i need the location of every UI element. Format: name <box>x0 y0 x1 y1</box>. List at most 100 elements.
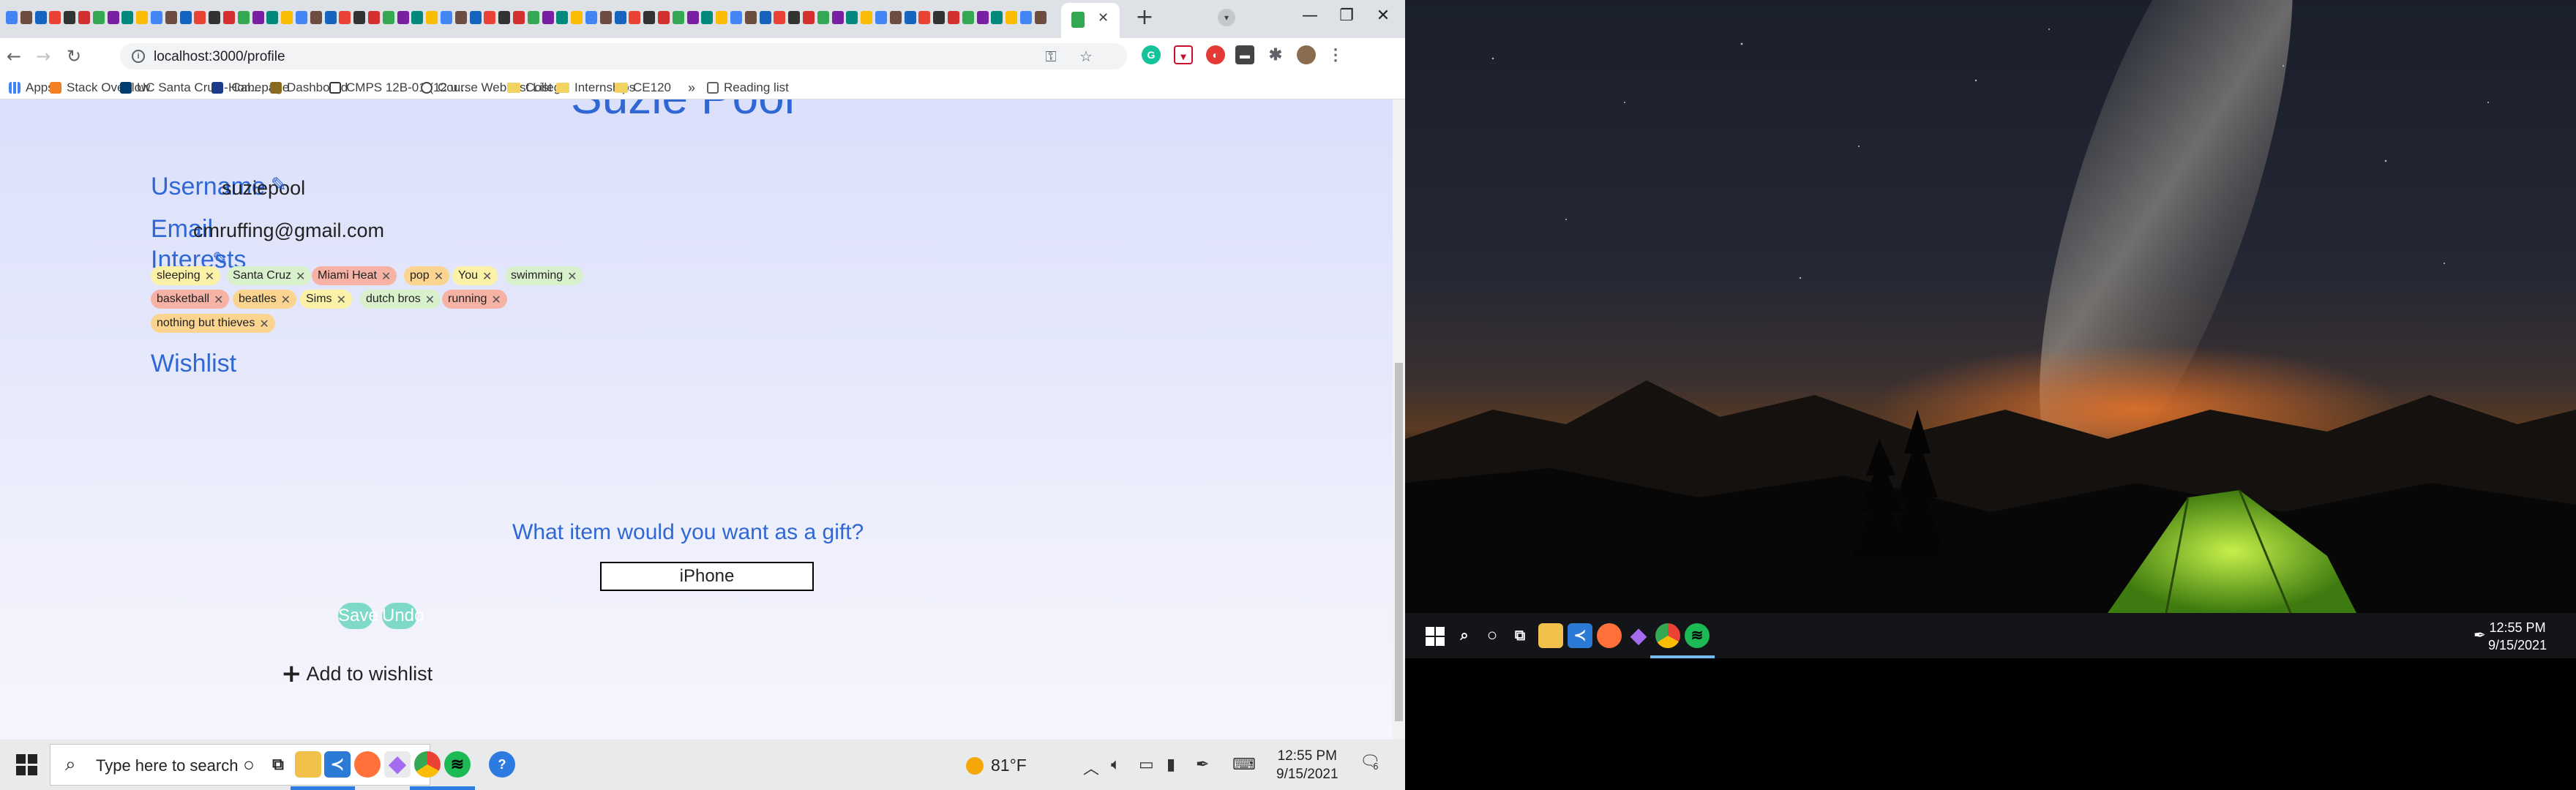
pinned-tab-favicon-icon[interactable] <box>875 11 887 24</box>
pinned-tab-favicon-icon[interactable] <box>817 11 829 24</box>
pinned-tab-favicon-icon[interactable] <box>976 11 989 24</box>
bookmarks-overflow-button[interactable]: » <box>688 80 695 96</box>
reading-list-button[interactable]: Reading list <box>707 80 789 96</box>
secondary-taskbar-clock[interactable]: 12:55 PM 9/15/2021 <box>2488 619 2547 654</box>
menu-kebab-icon[interactable]: ⋮ <box>1326 45 1345 64</box>
profile-avatar[interactable] <box>1297 45 1316 64</box>
pinned-tab-favicon-icon[interactable] <box>571 11 583 24</box>
pen-icon[interactable]: ✒ <box>2474 626 2486 644</box>
pinned-tab-favicon-icon[interactable] <box>179 11 192 24</box>
forward-arrow-icon[interactable]: → <box>32 45 54 67</box>
pinned-tab-favicon-icon[interactable] <box>658 11 670 24</box>
taskbar-clock[interactable]: 12:55 PM 9/15/2021 <box>1276 747 1338 783</box>
adblock-extension-icon[interactable]: ◐ <box>1206 45 1225 64</box>
pinned-tab-favicon-icon[interactable] <box>1034 11 1046 24</box>
pinned-tab-favicon-icon[interactable] <box>165 11 177 24</box>
undo-button[interactable]: Undo <box>382 603 424 629</box>
pinned-tab-favicon-icon[interactable] <box>324 11 337 24</box>
gitkraken-icon[interactable]: ◆ <box>384 751 411 778</box>
pinned-tab-favicon-icon[interactable] <box>368 11 380 24</box>
pinned-tab-favicon-icon[interactable] <box>585 11 597 24</box>
pinned-tab-favicon-icon[interactable] <box>513 11 525 24</box>
remove-interest-close-icon[interactable]: ✕ <box>491 293 501 306</box>
pinned-tab-favicon-icon[interactable] <box>861 11 873 24</box>
pinned-tab-favicon-icon[interactable] <box>426 11 438 24</box>
pinned-tab-favicon-icon[interactable] <box>223 11 235 24</box>
tab-search-button[interactable]: ▾ <box>1218 9 1235 26</box>
battery-icon[interactable]: ▮ <box>1167 756 1175 774</box>
pinned-tab-favicon-icon[interactable] <box>948 11 959 24</box>
edit-username-pencil-icon[interactable]: ✎ <box>271 174 287 196</box>
reload-icon[interactable]: ↻ <box>63 45 85 67</box>
pinned-tab-favicon-icon[interactable] <box>643 11 656 24</box>
tab-close-icon[interactable]: ✕ <box>1098 10 1109 26</box>
task-view-icon[interactable]: ⧉ <box>265 751 291 778</box>
remove-interest-close-icon[interactable]: ✕ <box>434 269 443 283</box>
bookmark-ce120-folder[interactable]: CE120 <box>615 80 671 96</box>
remove-interest-close-icon[interactable]: ✕ <box>205 269 214 283</box>
pinned-tab-favicon-icon[interactable] <box>1006 11 1018 24</box>
firefox-icon[interactable] <box>354 751 381 778</box>
pinned-tab-favicon-icon[interactable] <box>237 11 250 24</box>
chrome-icon[interactable] <box>1655 623 1680 648</box>
cortana-icon[interactable]: ○ <box>236 751 262 778</box>
pinned-tab-favicon-icon[interactable] <box>831 11 844 24</box>
pinned-tab-favicon-icon[interactable] <box>846 11 858 24</box>
pen-icon[interactable]: ✒ <box>1196 756 1209 774</box>
gift-item-input[interactable] <box>600 562 814 591</box>
bookmark-star-icon[interactable]: ☆ <box>1077 48 1095 65</box>
pinned-tab-favicon-icon[interactable] <box>49 11 61 24</box>
pinned-tab-favicon-icon[interactable] <box>121 11 134 24</box>
pinned-tab-favicon-icon[interactable] <box>672 11 684 24</box>
restore-button[interactable]: ❐ <box>1332 4 1361 28</box>
file-explorer-icon[interactable] <box>295 751 321 778</box>
pinned-tab-favicon-icon[interactable] <box>136 11 149 24</box>
pinned-tab-favicon-icon[interactable] <box>339 11 351 24</box>
pinned-tab-favicon-icon[interactable] <box>296 11 307 24</box>
pinned-tab-favicon-icon[interactable] <box>962 11 974 24</box>
pinned-tab-favicon-icon[interactable] <box>252 11 264 24</box>
pinned-tab-favicon-icon[interactable] <box>991 11 1003 24</box>
puzzle-extensions-icon[interactable]: ✱ <box>1266 45 1285 64</box>
remove-interest-close-icon[interactable]: ✕ <box>259 317 269 331</box>
notification-center-icon[interactable]: 🗨︎ 6 <box>1360 753 1380 772</box>
pinned-tab-favicon-icon[interactable] <box>78 11 90 24</box>
url-text[interactable]: localhost:3000/profile <box>154 49 285 65</box>
save-button[interactable]: Save <box>338 603 378 629</box>
pinned-tab-favicon-icon[interactable] <box>629 11 641 24</box>
chrome-icon[interactable] <box>414 751 441 778</box>
remove-interest-close-icon[interactable]: ✕ <box>337 293 346 306</box>
windows-start-icon[interactable] <box>1426 627 1445 646</box>
pinned-tab-favicon-icon[interactable] <box>542 11 554 24</box>
file-explorer-icon[interactable] <box>1538 623 1563 648</box>
pinned-tab-favicon-icon[interactable] <box>774 11 786 24</box>
pinned-tab-favicon-icon[interactable] <box>310 11 322 24</box>
pinned-tab-favicon-icon[interactable] <box>599 11 612 24</box>
pinned-tab-favicon-icon[interactable] <box>107 11 119 24</box>
task-view-icon[interactable]: ⧉ <box>1508 623 1532 648</box>
pinned-tab-favicon-icon[interactable] <box>281 11 293 24</box>
pinned-tab-favicon-icon[interactable] <box>411 11 424 24</box>
pinned-tab-favicon-icon[interactable] <box>918 11 931 24</box>
pocket-extension-icon[interactable]: ▾ <box>1174 45 1193 64</box>
pinned-tab-favicon-icon[interactable] <box>194 11 206 24</box>
pinned-tab-favicon-icon[interactable] <box>484 11 496 24</box>
pinned-tab-favicon-icon[interactable] <box>209 11 221 24</box>
close-window-button[interactable]: ✕ <box>1368 4 1398 28</box>
pinned-tab-favicon-icon[interactable] <box>20 11 32 24</box>
gitkraken-icon[interactable]: ◆ <box>1626 623 1651 648</box>
pinned-tab-favicon-icon[interactable] <box>744 11 757 24</box>
spotify-icon[interactable]: ≋ <box>1685 623 1710 648</box>
pinned-tab-favicon-icon[interactable] <box>6 11 18 24</box>
grammarly-extension-icon[interactable]: G <box>1142 45 1161 64</box>
pinned-tab-favicon-icon[interactable] <box>716 11 728 24</box>
add-to-wishlist-button[interactable]: + Add to wishlist <box>281 659 433 688</box>
active-tab[interactable]: ✕ <box>1061 3 1120 38</box>
pinned-tab-favicon-icon[interactable] <box>730 11 742 24</box>
vscode-icon[interactable]: ≺ <box>1568 623 1592 648</box>
scrollbar-thumb[interactable] <box>1395 363 1403 721</box>
pinned-tab-favicon-icon[interactable] <box>527 11 539 24</box>
pinned-tab-favicon-icon[interactable] <box>498 11 511 24</box>
pinned-tab-favicon-icon[interactable] <box>904 11 916 24</box>
weather-widget[interactable]: 81°F <box>966 756 1027 775</box>
